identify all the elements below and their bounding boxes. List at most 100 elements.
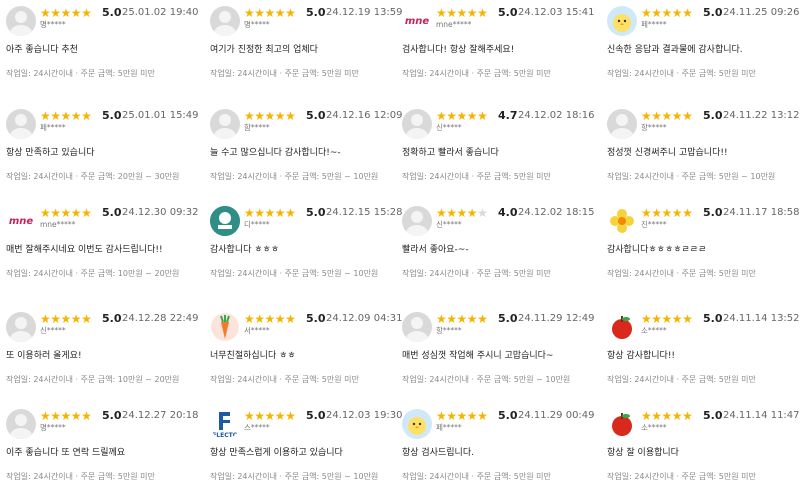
rating-stars: ★★★★★ xyxy=(244,312,296,326)
review-card: ★★★★★ 4.0 24.12.02 18:15 신***** 빨라서 좋아요-~- 작업… xyxy=(402,206,595,296)
star-icon: ★ xyxy=(81,312,92,326)
star-icon: ★ xyxy=(70,312,82,326)
star-icon: ★ xyxy=(446,206,457,220)
rating-stars: ★★★★★ xyxy=(40,6,92,20)
star-icon: ★ xyxy=(466,409,478,423)
star-icon: ★ xyxy=(661,206,673,220)
star-icon: ★ xyxy=(50,109,61,123)
review-text: 검사합니다! 항상 잘해주세요! xyxy=(402,45,515,55)
rating-stars: ★★★★★ xyxy=(436,109,488,123)
mint-logo-icon xyxy=(210,206,240,236)
star-icon: ★ xyxy=(671,109,683,123)
star-icon: ★ xyxy=(285,206,296,220)
star-icon: ★ xyxy=(254,312,265,326)
star-icon: ★ xyxy=(682,6,693,20)
review-card: ★★★★★ 5.0 24.11.29 12:49 항***** 매번 성심껏 작업해 주… xyxy=(402,312,595,402)
star-icon: ★ xyxy=(70,206,82,220)
review-text: 매번 성심껏 작업해 주시니 고맙습니다~ xyxy=(402,351,554,361)
star-icon: ★ xyxy=(671,206,683,220)
review-card: FLECTO ★★★★★ 5.0 24.12.03 19:30 스***** 항상 만족스… xyxy=(210,409,403,499)
review-card: ★★★★★ 5.0 24.11.25 09:26 페***** 신속한 응답과 결과물에… xyxy=(607,6,800,96)
review-meta: 작업일: 24시간이내 · 주문 금액: 5만원 ~ 10만원 xyxy=(210,269,379,278)
review-meta: 작업일: 24시간이내 · 주문 금액: 20만원 ~ 30만원 xyxy=(6,172,180,181)
star-icon: ★ xyxy=(456,312,468,326)
rating-score: 4.0 xyxy=(498,206,518,219)
review-date: 24.11.29 12:49 xyxy=(518,313,595,324)
rating-stars: ★★★★★ xyxy=(436,312,488,326)
review-date: 24.12.02 18:16 xyxy=(518,110,595,121)
review-meta: 작업일: 24시간이내 · 주문 금액: 5만원 미만 xyxy=(402,69,551,78)
rating-score: 5.0 xyxy=(703,109,723,122)
default-avatar-icon xyxy=(210,109,240,139)
review-card: mne ★★★★★ 5.0 24.12.03 15:41 mne***** 검사합니다! … xyxy=(402,6,595,96)
star-icon: ★ xyxy=(274,109,286,123)
star-icon: ★ xyxy=(40,6,51,20)
star-icon: ★ xyxy=(40,312,51,326)
review-date: 24.12.09 04:31 xyxy=(326,313,403,324)
review-text: 감사합니다ㅎㅎㅎㅎㄹㄹㄹ xyxy=(607,245,707,255)
rating-score: 5.0 xyxy=(703,206,723,219)
review-text: 항상 잘 이용합니다 xyxy=(607,448,679,458)
rating-stars: ★★★★★ xyxy=(641,6,693,20)
default-avatar-icon xyxy=(402,312,432,342)
review-text: 정성껏 신경써주니 고맙습니다!! xyxy=(607,148,728,158)
star-icon: ★ xyxy=(274,6,286,20)
star-icon: ★ xyxy=(466,6,478,20)
review-date: 25.01.02 19:40 xyxy=(122,7,199,18)
star-icon: ★ xyxy=(70,409,82,423)
review-meta: 작업일: 24시간이내 · 주문 금액: 5만원 미만 xyxy=(210,375,359,384)
review-text: 매번 잘해주시네요 이번도 감사드립니다!! xyxy=(6,245,163,255)
reviewer-name: 명***** xyxy=(40,20,66,29)
rating-score: 5.0 xyxy=(102,206,122,219)
star-icon: ★ xyxy=(50,206,61,220)
star-icon: ★ xyxy=(81,6,92,20)
star-icon: ★ xyxy=(651,312,662,326)
star-icon: ★ xyxy=(50,312,61,326)
reviewer-name: 페***** xyxy=(40,123,66,132)
star-icon: ★ xyxy=(81,409,92,423)
review-text: 정확하고 빨라서 좋습니다 xyxy=(402,148,499,158)
default-avatar-icon xyxy=(6,312,36,342)
rating-score: 5.0 xyxy=(306,6,326,19)
review-text: 이주 좋습니다 또 연락 드릴께요 xyxy=(6,448,126,458)
reviewer-name: 신***** xyxy=(40,326,66,335)
star-icon: ★ xyxy=(264,312,276,326)
review-date: 24.11.25 09:26 xyxy=(723,7,800,18)
default-avatar-icon xyxy=(402,206,432,236)
review-card: ★★★★★ 5.0 25.01.01 15:49 페***** 항상 만족하고 있습니다… xyxy=(6,109,199,199)
rating-score: 5.0 xyxy=(703,409,723,422)
mne-logo-icon: mne xyxy=(402,6,432,36)
review-date: 24.12.19 13:59 xyxy=(326,7,403,18)
star-icon: ★ xyxy=(254,409,265,423)
review-card: ★★★★★ 5.0 24.12.27 20:18 명***** 이주 좋습니다 또 연락… xyxy=(6,409,199,499)
rating-score: 5.0 xyxy=(102,312,122,325)
review-date: 24.12.02 18:15 xyxy=(518,207,595,218)
rating-stars: ★★★★★ xyxy=(244,109,296,123)
star-icon: ★ xyxy=(456,109,468,123)
mne-logo-text: mne xyxy=(404,15,430,27)
review-date: 24.12.27 20:18 xyxy=(122,410,199,421)
rating-stars: ★★★★★ xyxy=(641,409,693,423)
default-avatar-icon xyxy=(6,409,36,439)
rating-score: 5.0 xyxy=(102,6,122,19)
star-icon: ★ xyxy=(274,409,286,423)
apple-icon xyxy=(607,312,637,342)
star-icon: ★ xyxy=(641,6,652,20)
star-icon: ★ xyxy=(436,6,447,20)
rating-stars: ★★★★★ xyxy=(244,206,296,220)
rating-stars: ★★★★★ xyxy=(641,206,693,220)
review-meta: 작업일: 24시간이내 · 주문 금액: 10만원 ~ 20만원 xyxy=(6,375,180,384)
flecto-logo-text: FLECTO xyxy=(212,432,238,439)
star-icon: ★ xyxy=(81,109,92,123)
review-text: 너무친절하십니다 ㅎㅎ xyxy=(210,351,296,361)
star-icon: ★ xyxy=(456,6,468,20)
reviewer-name: 진***** xyxy=(641,220,667,229)
star-icon: ★ xyxy=(682,409,693,423)
review-text: 항상 만족스럽게 이용하고 있습니다 xyxy=(210,448,343,458)
star-icon: ★ xyxy=(466,206,478,220)
rating-score: 5.0 xyxy=(498,312,518,325)
star-icon: ★ xyxy=(264,109,276,123)
review-card: ★★★★★ 5.0 24.11.22 13:12 항***** 정성껏 신경써주니 고맙… xyxy=(607,109,800,199)
chick-icon xyxy=(607,6,637,36)
star-icon: ★ xyxy=(661,312,673,326)
